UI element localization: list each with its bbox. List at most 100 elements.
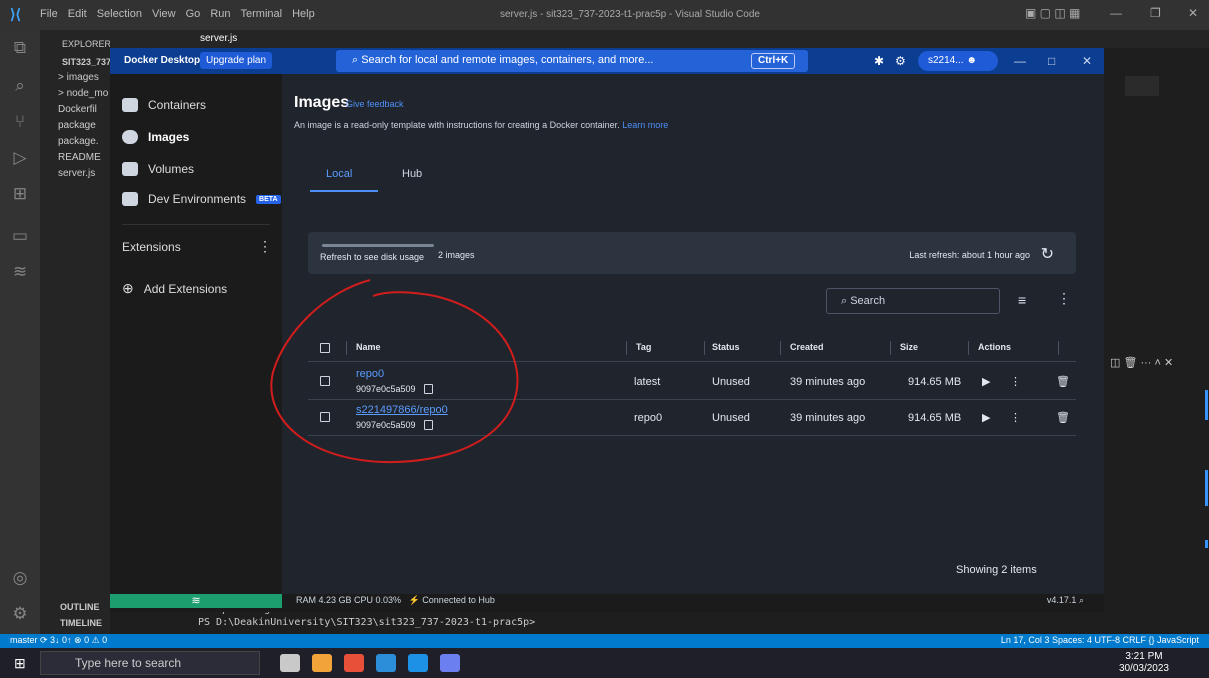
column-separator: [626, 341, 627, 355]
docker-icon[interactable]: ≋: [8, 260, 32, 284]
explorer-item[interactable]: server.js: [58, 168, 95, 179]
select-all-checkbox[interactable]: [320, 343, 330, 353]
explorer-item[interactable]: Dockerfil: [58, 104, 97, 115]
editor-tab-strip: server.js: [110, 30, 1209, 48]
sidebar-item-containers[interactable]: Containers: [122, 98, 206, 112]
filter-icon[interactable]: ≡: [1018, 292, 1026, 308]
explorer-item[interactable]: package: [58, 120, 96, 131]
run-play-icon[interactable]: ▶: [982, 411, 990, 424]
settings-gear-icon[interactable]: ⚙: [895, 54, 906, 68]
outline-section[interactable]: OUTLINE: [60, 602, 100, 612]
editor-right-area: [1096, 48, 1209, 634]
more-actions-icon[interactable]: ⋮: [1010, 411, 1021, 424]
sidebar-item-dev-environments[interactable]: Dev Environments BETA: [122, 192, 281, 206]
run-play-icon[interactable]: ▶: [982, 375, 990, 388]
remote-explorer-icon[interactable]: ▭: [8, 224, 32, 248]
copy-icon[interactable]: [424, 384, 433, 394]
explorer-item[interactable]: > node_mo: [58, 88, 108, 99]
image-name-link[interactable]: s221497866/repo0: [356, 404, 448, 416]
minimap[interactable]: [1125, 76, 1159, 96]
sidebar-item-volumes[interactable]: Volumes: [122, 162, 194, 176]
explorer-item[interactable]: README: [58, 152, 101, 163]
docker-whale-icon[interactable]: ≋: [110, 594, 282, 608]
extensions-menu-icon[interactable]: ⋮: [258, 238, 272, 255]
timeline-section[interactable]: TIMELINE: [60, 618, 102, 628]
taskbar-clock[interactable]: 3:21 PM 30/03/2023: [1119, 651, 1169, 675]
vscode-taskbar-icon[interactable]: [376, 654, 396, 672]
docker-taskbar-icon[interactable]: [408, 654, 428, 672]
column-header-tag[interactable]: Tag: [636, 342, 651, 352]
vscode-menu-bar: File Edit Selection View Go Run Terminal…: [40, 8, 315, 20]
minimize-icon[interactable]: —: [1014, 54, 1026, 68]
search-icon: ⌕: [352, 54, 362, 66]
menu-go[interactable]: Go: [186, 8, 201, 20]
bug-icon[interactable]: ✱: [874, 54, 884, 68]
menu-edit[interactable]: Edit: [68, 8, 87, 20]
give-feedback-link[interactable]: Give feedback: [346, 99, 404, 109]
tab-server-js[interactable]: server.js: [200, 33, 237, 44]
column-header-name[interactable]: Name: [356, 342, 381, 352]
explorer-icon[interactable]: ⧉: [8, 36, 32, 60]
refresh-icon[interactable]: ↻: [1041, 244, 1054, 264]
maximize-icon[interactable]: □: [1048, 54, 1055, 68]
menu-file[interactable]: File: [40, 8, 58, 20]
close-icon[interactable]: ✕: [1082, 54, 1092, 68]
teams-icon[interactable]: [440, 654, 460, 672]
column-header-size[interactable]: Size: [900, 342, 918, 352]
image-name-link[interactable]: repo0: [356, 368, 384, 380]
images-search-input[interactable]: ⌕ Search: [826, 288, 1000, 314]
close-icon[interactable]: ✕: [1188, 6, 1198, 20]
delete-trash-icon[interactable]: 🗑: [1056, 411, 1070, 424]
global-search[interactable]: ⌕ Search for local and remote images, co…: [336, 50, 808, 72]
table-options-icon[interactable]: ⋮: [1057, 290, 1071, 307]
upgrade-plan-button[interactable]: Upgrade plan: [200, 52, 273, 69]
chrome-icon[interactable]: [344, 654, 364, 672]
status-right[interactable]: Ln 17, Col 3 Spaces: 4 UTF-8 CRLF {} Jav…: [1001, 635, 1199, 645]
extensions-icon[interactable]: ⊞: [8, 182, 32, 206]
table-row[interactable]: s221497866/repo0 9097e0c5a509 repo0 Unus…: [308, 400, 1076, 436]
more-actions-icon[interactable]: ⋮: [1010, 375, 1021, 388]
layout-toggle-icon[interactable]: ▣ ▢ ◫ ▦: [1025, 6, 1080, 20]
menu-selection[interactable]: Selection: [97, 8, 142, 20]
source-control-icon[interactable]: ⑂: [8, 110, 32, 134]
taskbar-search[interactable]: Type here to search: [40, 651, 260, 675]
column-header-created[interactable]: Created: [790, 342, 824, 352]
table-row[interactable]: repo0 9097e0c5a509 latest Unused 39 minu…: [308, 364, 1076, 400]
app-icon[interactable]: [280, 654, 300, 672]
learn-more-link[interactable]: Learn more: [622, 120, 668, 130]
explorer-item[interactable]: > images: [58, 72, 99, 83]
tab-local[interactable]: Local: [326, 168, 352, 180]
menu-terminal[interactable]: Terminal: [241, 8, 283, 20]
row-checkbox[interactable]: [320, 376, 330, 386]
search-icon[interactable]: ⌕: [8, 74, 32, 98]
terminal-prompt[interactable]: PS D:\DeakinUniversity\SIT323\sit323_737…: [198, 617, 535, 628]
delete-trash-icon[interactable]: 🗑: [1056, 375, 1070, 388]
tips-icon[interactable]: ⌕: [1079, 595, 1084, 605]
panel-actions-icon[interactable]: ◫ 🗑 ··· ˄ ✕: [1110, 356, 1173, 369]
image-created: 39 minutes ago: [790, 412, 866, 424]
app-icon[interactable]: [312, 654, 332, 672]
row-checkbox[interactable]: [320, 412, 330, 422]
explorer-item[interactable]: package.: [58, 136, 99, 147]
tab-hub[interactable]: Hub: [402, 168, 422, 180]
menu-view[interactable]: View: [152, 8, 176, 20]
vscode-logo-icon: ⟩⟨: [10, 6, 21, 22]
account-icon[interactable]: ◎: [8, 566, 32, 590]
manage-gear-icon[interactable]: ⚙: [8, 602, 32, 626]
status-left[interactable]: master ⟳ 3↓ 0↑ ⊗ 0 ⚠ 0: [10, 635, 107, 646]
column-header-status[interactable]: Status: [712, 342, 740, 352]
clock-date: 30/03/2023: [1118, 663, 1169, 674]
windows-start-icon[interactable]: ⊞: [14, 655, 26, 672]
sidebar-item-images[interactable]: Images: [122, 130, 189, 144]
menu-help[interactable]: Help: [292, 8, 315, 20]
user-menu[interactable]: s2214... ☻: [918, 51, 998, 71]
minimize-icon[interactable]: —: [1110, 6, 1122, 20]
run-debug-icon[interactable]: ▷: [8, 146, 32, 170]
project-folder[interactable]: SIT323_737-: [62, 57, 110, 67]
vscode-status-bar: master ⟳ 3↓ 0↑ ⊗ 0 ⚠ 0 Ln 17, Col 3 Spac…: [0, 634, 1209, 648]
add-extensions-button[interactable]: ⊕ Add Extensions: [122, 280, 227, 297]
menu-run[interactable]: Run: [210, 8, 230, 20]
global-search-placeholder: Search for local and remote images, cont…: [361, 54, 654, 66]
copy-icon[interactable]: [424, 420, 433, 430]
restore-icon[interactable]: ❐: [1150, 6, 1161, 20]
